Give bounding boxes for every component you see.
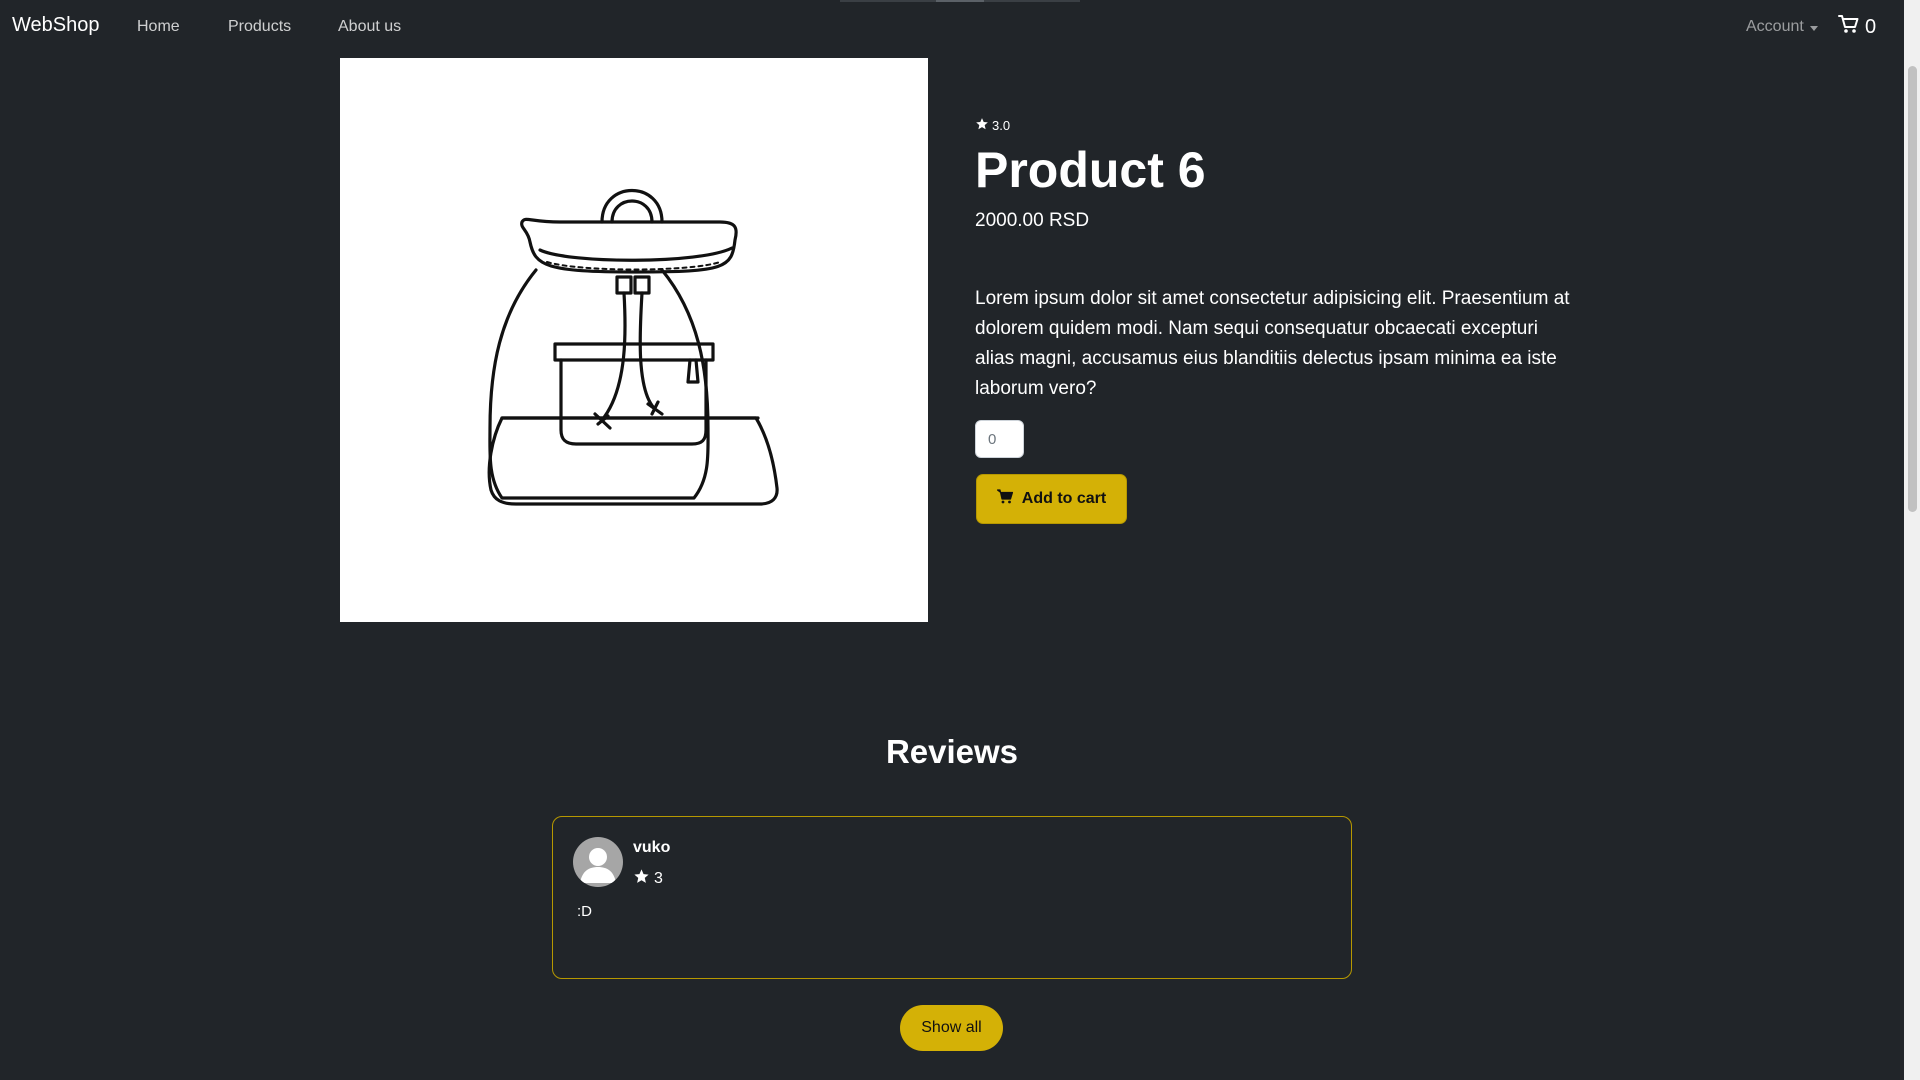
review-text: :D	[577, 903, 592, 920]
reviews-heading: Reviews	[885, 733, 1019, 770]
product-rating: 3.0	[975, 117, 1010, 134]
user-icon	[580, 848, 616, 883]
cart-icon	[1838, 14, 1859, 40]
chevron-down-icon	[1809, 25, 1818, 31]
top-indicator	[840, 0, 936, 2]
top-navbar: WebShop Home Products About us Account 0	[0, 0, 1904, 56]
account-dropdown[interactable]: Account	[1746, 18, 1818, 36]
cart-button[interactable]: 0	[1838, 14, 1876, 40]
quantity-input[interactable]	[975, 420, 1024, 458]
brand-logo[interactable]: WebShop	[12, 14, 99, 37]
review-card: vuko 3 :D	[552, 816, 1352, 979]
product-image	[340, 58, 928, 622]
nav-link-about-us[interactable]: About us	[338, 18, 401, 36]
cart-icon	[996, 489, 1013, 509]
product-price: 2000.00 RSD	[975, 210, 1090, 231]
product-rating-value: 3.0	[992, 118, 1011, 133]
add-to-cart-button[interactable]: Add to cart	[976, 474, 1127, 524]
show-all-reviews-button[interactable]: Show all	[900, 1005, 1003, 1051]
scrollbar-thumb[interactable]	[1908, 66, 1917, 512]
product-description: Lorem ipsum dolor sit amet consectetur a…	[975, 288, 1570, 399]
star-icon	[633, 868, 650, 890]
avatar	[573, 837, 623, 887]
top-indicator	[984, 0, 1080, 2]
reviewer-name: vuko	[633, 839, 671, 856]
add-to-cart-label: Add to cart	[1021, 490, 1107, 507]
review-rating: 3	[633, 868, 663, 890]
star-icon	[975, 117, 989, 134]
nav-link-products[interactable]: Products	[228, 18, 291, 36]
cart-count: 0	[1865, 15, 1877, 38]
nav-link-home[interactable]: Home	[137, 18, 180, 36]
top-indicator-active	[936, 0, 984, 2]
backpack-illustration	[487, 188, 779, 506]
product-title: Product 6	[975, 142, 1206, 198]
page-scrollbar[interactable]	[1904, 0, 1920, 1080]
account-label: Account	[1746, 18, 1804, 35]
review-rating-value: 3	[654, 870, 663, 887]
